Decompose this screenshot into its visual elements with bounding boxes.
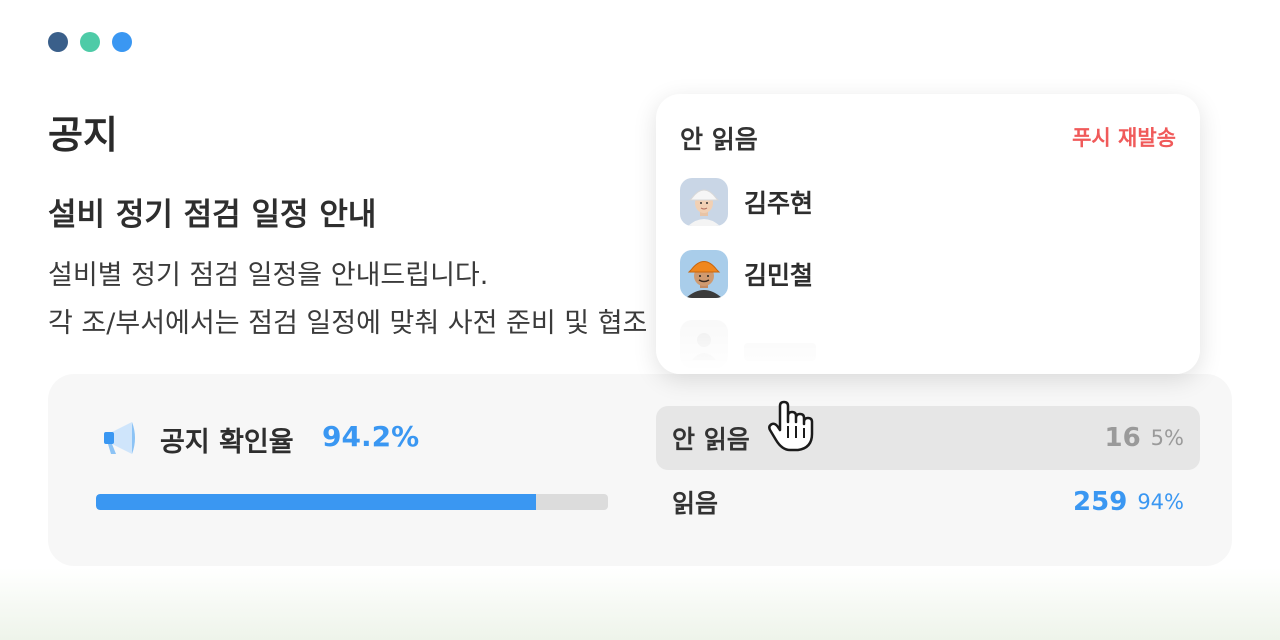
notice-title: 설비 정기 점검 일정 안내: [48, 197, 377, 233]
push-resend-button[interactable]: 푸시 재발송: [1072, 122, 1176, 152]
window-dot-icon[interactable]: [48, 32, 68, 52]
hand-pointer-icon: [768, 400, 814, 452]
read-rate-value: 94.2%: [322, 420, 420, 453]
read-percent: 94%: [1137, 490, 1184, 514]
read-progress-fill: [96, 494, 537, 510]
unread-users-popup: 안 읽음 푸시 재발송 김주현 김민철: [656, 94, 1200, 374]
unread-user-item[interactable]: 김민철: [680, 250, 813, 298]
read-stats-card: 공지 확인율 94.2% 안 읽음 16 5% 읽음 259 94%: [48, 374, 1232, 566]
unread-user-item[interactable]: 김주현: [680, 178, 813, 226]
window-dot-icon[interactable]: [112, 32, 132, 52]
read-count: 259: [1073, 487, 1128, 517]
unread-label: 안 읽음: [672, 425, 750, 454]
notice-body-line: 각 조/부서에서는 점검 일정에 맞춰 사전 준비 및 협조 부탁드립니다.: [48, 308, 668, 339]
read-rate-label: 공지 확인율: [160, 427, 294, 458]
read-label: 읽음: [672, 489, 719, 518]
window-controls: [48, 32, 132, 52]
user-name: 김주현: [744, 189, 814, 218]
unread-row[interactable]: 안 읽음 16 5%: [656, 406, 1200, 470]
notice-body: 설비별 정기 점검 일정을 안내드립니다. 각 조/부서에서는 점검 일정에 맞…: [48, 252, 668, 348]
popup-fade: [656, 314, 1200, 374]
avatar: [680, 178, 728, 226]
megaphone-icon: [104, 422, 135, 454]
page-title: 공지: [48, 113, 118, 157]
notice-body-line: 설비별 정기 점검 일정을 안내드립니다.: [48, 260, 489, 291]
unread-percent: 5%: [1150, 426, 1184, 450]
read-row[interactable]: 읽음 259 94%: [656, 470, 1200, 534]
popup-title: 안 읽음: [680, 125, 758, 154]
unread-count: 16: [1104, 423, 1141, 453]
avatar: [680, 250, 728, 298]
background-fade: [0, 568, 1280, 640]
user-name: 김민철: [744, 261, 814, 290]
read-progress-bar: [96, 494, 608, 510]
window-dot-icon[interactable]: [80, 32, 100, 52]
